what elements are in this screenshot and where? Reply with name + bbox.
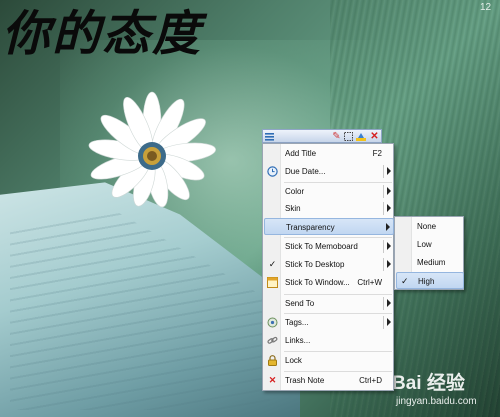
menu-item-shortcut: Ctrl+W: [357, 278, 382, 287]
menu-item-label: Add Title: [285, 149, 317, 158]
transparency-option-medium[interactable]: Medium: [396, 254, 464, 271]
menu-item-skin[interactable]: Skin: [264, 200, 394, 217]
submenu-divider: [383, 316, 384, 329]
wallpaper-corner-text: 12: [480, 2, 492, 13]
menu-item-label: Trash Note: [285, 376, 325, 385]
submenu-arrow-icon: [387, 299, 391, 307]
highlight-icon[interactable]: [355, 131, 366, 142]
pin-icon[interactable]: ✎: [331, 131, 342, 142]
close-icon[interactable]: ✕: [369, 131, 380, 142]
daisy-flower-image: [88, 91, 216, 208]
submenu-divider: [383, 185, 384, 198]
menu-item-stick-to-memoboard[interactable]: Stick To Memoboard: [264, 238, 394, 255]
submenu-arrow-icon: [387, 242, 391, 250]
menu-item-lock[interactable]: Lock: [264, 352, 394, 369]
menu-item-label: Tags...: [285, 318, 309, 327]
submenu-divider: [383, 202, 384, 215]
submenu-arrow-icon: [387, 260, 391, 268]
submenu-item-label: Medium: [417, 258, 446, 267]
menu-item-label: Due Date...: [285, 167, 326, 176]
menu-item-transparency[interactable]: Transparency: [264, 218, 394, 235]
wallpaper-title-text: 你的态度: [2, 6, 203, 62]
menu-item-label: Transparency: [286, 223, 335, 232]
submenu-arrow-icon: [387, 204, 391, 212]
menu-item-label: Send To: [285, 299, 315, 308]
tag-icon: [267, 317, 278, 328]
watermark: Bai 经验 jingyan.baidu.com: [392, 368, 498, 414]
submenu-divider: [383, 165, 384, 178]
menu-item-label: Lock: [285, 356, 302, 365]
watermark-url: jingyan.baidu.com: [396, 396, 477, 407]
menu-item-trash-note[interactable]: ✕ Trash Note Ctrl+D: [264, 372, 394, 389]
menu-item-label: Skin: [285, 204, 301, 213]
checkmark-icon: ✓: [268, 259, 277, 269]
watermark-brand: Bai 经验: [392, 373, 465, 394]
submenu-arrow-icon: [387, 167, 391, 175]
submenu-item-label: Low: [417, 240, 432, 249]
submenu-arrow-icon: [386, 223, 390, 231]
menu-item-label: Stick To Window...: [285, 278, 350, 287]
menu-item-links[interactable]: Links...: [264, 332, 394, 349]
menu-item-due-date[interactable]: Due Date...: [264, 163, 394, 180]
trash-icon: ✕: [268, 375, 277, 385]
menu-item-tags[interactable]: Tags...: [264, 314, 394, 331]
submenu-arrow-icon: [387, 187, 391, 195]
menu-item-label: Stick To Desktop: [285, 260, 345, 269]
submenu-item-label: None: [417, 222, 437, 231]
checkmark-icon: ✓: [401, 276, 409, 286]
menu-item-shortcut: Ctrl+D: [359, 376, 382, 385]
menu-item-label: Links...: [285, 336, 311, 345]
clock-icon: [267, 166, 278, 177]
submenu-arrow-icon: [387, 318, 391, 326]
submenu-divider: [383, 240, 384, 253]
submenu-item-label: High: [418, 277, 435, 286]
menu-item-label: Stick To Memoboard: [285, 242, 358, 251]
menu-item-color[interactable]: Color: [264, 183, 394, 200]
submenu-divider: [383, 258, 384, 271]
transparency-option-high[interactable]: ✓ High: [396, 272, 464, 289]
note-menu-icon[interactable]: [264, 131, 275, 142]
menu-item-add-title[interactable]: Add Title F2: [264, 145, 394, 162]
link-icon: [267, 335, 278, 346]
window-icon: [267, 277, 278, 288]
desktop-wallpaper: 你的态度 12 Bai 经验 jingyan.baidu.com: [0, 0, 500, 417]
lock-icon: [267, 355, 278, 366]
transparency-submenu: None Low Medium ✓ High: [394, 216, 464, 290]
submenu-divider: [383, 297, 384, 310]
transparency-option-none[interactable]: None: [396, 218, 464, 235]
menu-item-shortcut: F2: [372, 149, 382, 158]
note-titlebar[interactable]: ✎ ✕: [262, 129, 382, 143]
transparency-option-low[interactable]: Low: [396, 236, 464, 253]
menu-item-stick-to-window[interactable]: Stick To Window... Ctrl+W: [264, 274, 394, 291]
menu-item-stick-to-desktop[interactable]: ✓ Stick To Desktop: [264, 256, 394, 273]
menu-item-send-to[interactable]: Send To: [264, 295, 394, 312]
menu-item-label: Color: [285, 187, 305, 196]
selection-icon[interactable]: [343, 131, 354, 142]
note-context-menu: Add Title F2 Due Date... Color Skin Tran…: [262, 143, 394, 391]
